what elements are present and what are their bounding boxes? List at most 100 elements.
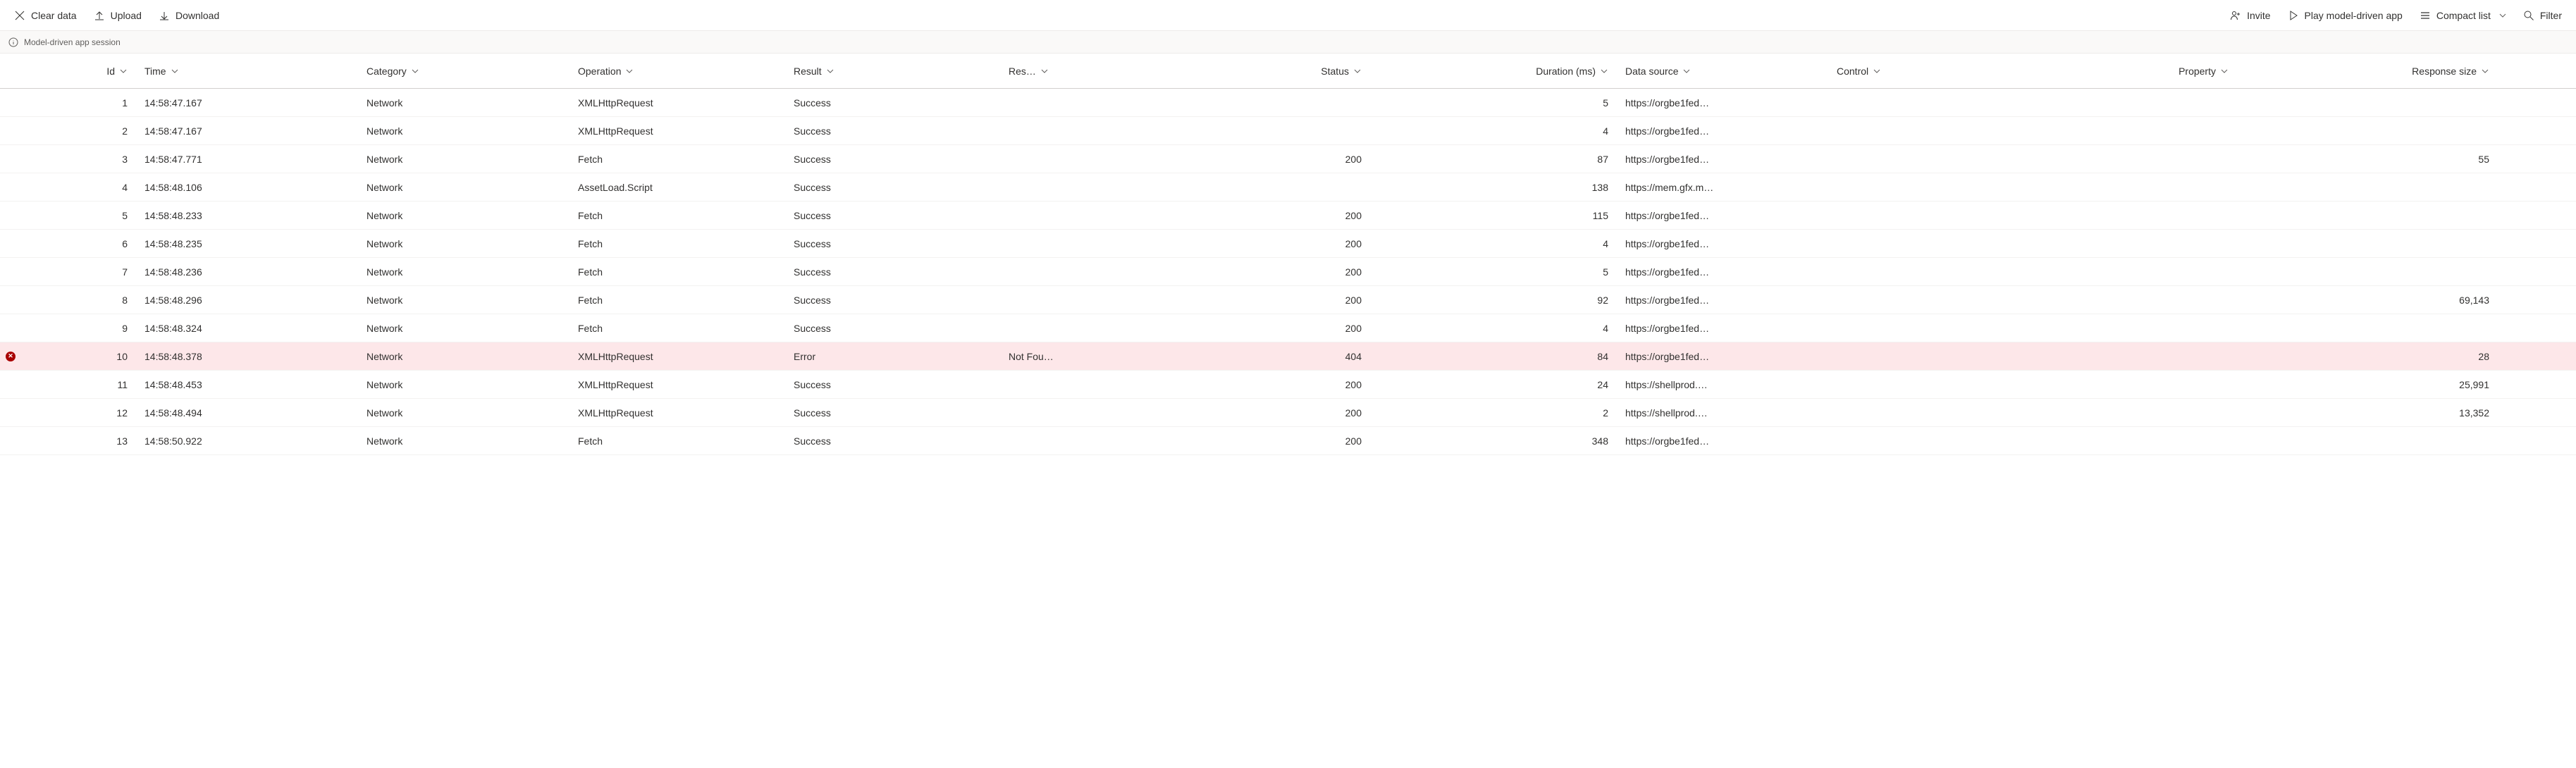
cell-data-source: https://orgbe1fed… <box>1625 347 1837 366</box>
cell-category: Network <box>366 290 578 310</box>
cell-category: Network <box>366 431 578 451</box>
cell-data-source: https://orgbe1fed… <box>1625 318 1837 338</box>
cell-control <box>1837 211 2090 220</box>
cell-result: Success <box>794 206 1009 225</box>
col-result[interactable]: Result <box>794 66 834 77</box>
table-row[interactable]: 514:58:48.233NetworkFetchSuccess200115ht… <box>0 202 2576 230</box>
col-duration[interactable]: Duration (ms) <box>1379 66 1608 77</box>
cell-id: 7 <box>21 262 144 282</box>
cell-result: Success <box>794 403 1009 423</box>
table-row[interactable]: 314:58:47.771NetworkFetchSuccess20087htt… <box>0 145 2576 173</box>
cell-time: 14:58:48.106 <box>144 178 366 197</box>
cell-status: 200 <box>1132 290 1379 310</box>
col-category[interactable]: Category <box>366 66 419 77</box>
cell-property <box>2090 324 2245 333</box>
close-icon <box>14 10 25 21</box>
cell-property <box>2090 409 2245 417</box>
table-row[interactable]: 614:58:48.235NetworkFetchSuccess2004http… <box>0 230 2576 258</box>
col-id[interactable]: Id <box>21 66 128 77</box>
cell-status: 200 <box>1132 234 1379 254</box>
cell-res <box>1009 409 1132 417</box>
col-status[interactable]: Status <box>1132 66 1362 77</box>
cell-operation: AssetLoad.Script <box>578 178 794 197</box>
cell-result: Success <box>794 375 1009 395</box>
chevron-down-icon <box>1873 67 1881 75</box>
chevron-down-icon <box>1040 67 1049 75</box>
cell-control <box>1837 409 2090 417</box>
col-operation[interactable]: Operation <box>578 66 634 77</box>
compact-list-button[interactable]: Compact list <box>2411 6 2515 25</box>
cell-status: 200 <box>1132 375 1379 395</box>
upload-button[interactable]: Upload <box>85 6 150 25</box>
chevron-down-icon <box>2220 67 2229 75</box>
clear-data-button[interactable]: Clear data <box>6 6 85 25</box>
upload-label: Upload <box>111 10 142 21</box>
cell-operation: Fetch <box>578 206 794 225</box>
cell-property <box>2090 127 2245 135</box>
table-row[interactable]: 1314:58:50.922NetworkFetchSuccess200348h… <box>0 427 2576 455</box>
table-row[interactable]: ✕1014:58:48.378NetworkXMLHttpRequestErro… <box>0 342 2576 371</box>
compact-list-label: Compact list <box>2436 10 2491 21</box>
invite-button[interactable]: Invite <box>2221 6 2279 25</box>
cell-data-source: https://shellprod.… <box>1625 403 1837 423</box>
cell-status: 200 <box>1132 262 1379 282</box>
filter-button[interactable]: Filter <box>2515 6 2570 25</box>
cell-duration: 348 <box>1379 431 1625 451</box>
play-app-button[interactable]: Play model-driven app <box>2279 6 2411 25</box>
cell-response-size <box>2245 324 2506 333</box>
col-data-source[interactable]: Data source <box>1625 66 1691 77</box>
col-response-size-label: Response size <box>2412 66 2477 77</box>
cell-result: Success <box>794 149 1009 169</box>
cell-res <box>1009 99 1132 107</box>
col-control[interactable]: Control <box>1837 66 1881 77</box>
table-row[interactable]: 914:58:48.324NetworkFetchSuccess2004http… <box>0 314 2576 342</box>
cell-duration: 5 <box>1379 93 1625 113</box>
cell-control <box>1837 240 2090 248</box>
cell-data-source: https://orgbe1fed… <box>1625 206 1837 225</box>
col-property[interactable]: Property <box>2090 66 2229 77</box>
download-button[interactable]: Download <box>150 6 228 25</box>
cell-status: 200 <box>1132 206 1379 225</box>
cell-status: 404 <box>1132 347 1379 366</box>
cell-operation: Fetch <box>578 234 794 254</box>
col-response-size[interactable]: Response size <box>2245 66 2489 77</box>
cell-time: 14:58:48.235 <box>144 234 366 254</box>
table-row[interactable]: 714:58:48.236NetworkFetchSuccess2005http… <box>0 258 2576 286</box>
cell-category: Network <box>366 206 578 225</box>
table-row[interactable]: 1214:58:48.494NetworkXMLHttpRequestSucce… <box>0 399 2576 427</box>
cell-id: 3 <box>21 149 144 169</box>
cell-duration: 138 <box>1379 178 1625 197</box>
cell-status <box>1132 99 1379 107</box>
cell-data-source: https://shellprod.… <box>1625 375 1837 395</box>
cell-data-source: https://orgbe1fed… <box>1625 290 1837 310</box>
col-operation-label: Operation <box>578 66 621 77</box>
cell-id: 6 <box>21 234 144 254</box>
cell-category: Network <box>366 347 578 366</box>
table-row[interactable]: 1114:58:48.453NetworkXMLHttpRequestSucce… <box>0 371 2576 399</box>
cell-duration: 115 <box>1379 206 1625 225</box>
cell-time: 14:58:48.236 <box>144 262 366 282</box>
cell-result: Success <box>794 318 1009 338</box>
chevron-down-icon <box>171 67 179 75</box>
table-row[interactable]: 114:58:47.167NetworkXMLHttpRequestSucces… <box>0 89 2576 117</box>
cell-response-size: 25,991 <box>2245 375 2506 395</box>
cell-res <box>1009 324 1132 333</box>
cell-id: 10 <box>21 347 144 366</box>
cell-category: Network <box>366 178 578 197</box>
chevron-down-icon <box>2499 12 2506 19</box>
chevron-down-icon <box>411 67 419 75</box>
table-row[interactable]: 814:58:48.296NetworkFetchSuccess20092htt… <box>0 286 2576 314</box>
table-row[interactable]: 414:58:48.106NetworkAssetLoad.ScriptSucc… <box>0 173 2576 202</box>
col-res[interactable]: Res… <box>1009 66 1049 77</box>
table-row[interactable]: 214:58:47.167NetworkXMLHttpRequestSucces… <box>0 117 2576 145</box>
col-id-label: Id <box>106 66 115 77</box>
cell-property <box>2090 268 2245 276</box>
cell-response-size <box>2245 437 2506 445</box>
cell-time: 14:58:47.167 <box>144 121 366 141</box>
col-time[interactable]: Time <box>144 66 179 77</box>
chevron-down-icon <box>1353 67 1362 75</box>
chevron-down-icon <box>2481 67 2489 75</box>
invite-label: Invite <box>2247 10 2270 21</box>
cell-status: 200 <box>1132 149 1379 169</box>
cell-id: 12 <box>21 403 144 423</box>
